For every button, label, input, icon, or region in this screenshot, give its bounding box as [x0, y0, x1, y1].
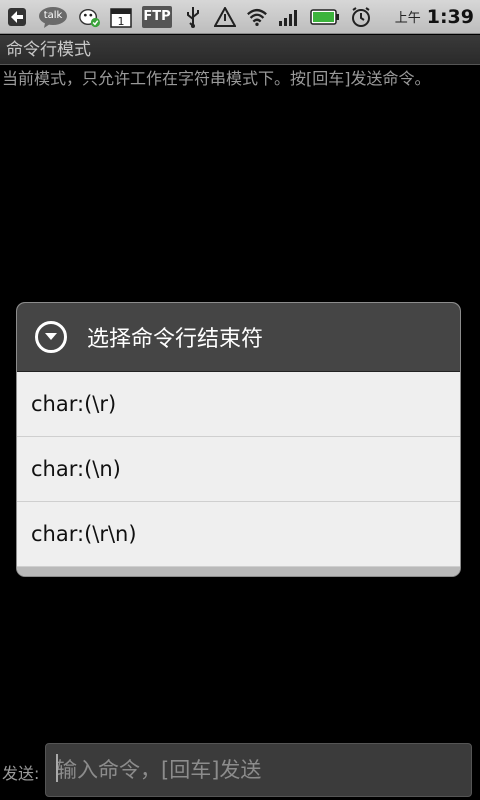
send-label: 发送:: [2, 764, 40, 783]
clock-ampm: 上午: [394, 11, 421, 26]
ftp-icon: FTP: [142, 5, 172, 28]
talk-label: talk: [43, 10, 63, 21]
usb-icon: [182, 6, 204, 28]
wifi-icon: [246, 6, 268, 28]
option-cr[interactable]: char:(\r): [17, 372, 460, 437]
dialog-footer: [17, 567, 460, 576]
option-lf[interactable]: char:(\n): [17, 437, 460, 502]
status-bar: talk 1 FTP 上午 1:39: [0, 0, 480, 34]
send-bar: 发送:: [0, 740, 480, 800]
back-arrow-icon: [6, 6, 28, 28]
dialog-title: 选择命令行结束符: [87, 327, 264, 352]
clock: 上午 1:39: [395, 6, 474, 28]
alarm-clock-icon: [350, 6, 372, 28]
chevron-down-circle-icon: [35, 321, 67, 353]
option-label: char:(\r): [31, 392, 117, 416]
calendar-day: 1: [118, 15, 125, 28]
cow-check-icon: [78, 6, 100, 28]
warning-triangle-icon: [214, 6, 236, 28]
talk-icon: talk: [38, 6, 68, 28]
battery-icon: [310, 6, 340, 28]
command-input[interactable]: [45, 743, 472, 797]
signal-bars-icon: [278, 6, 300, 28]
dialog-header: 选择命令行结束符: [17, 303, 460, 372]
ftp-label: FTP: [143, 9, 171, 24]
page-title: 命令行模式: [0, 35, 480, 65]
terminator-dialog: 选择命令行结束符 char:(\r) char:(\n) char:(\r\n): [17, 303, 460, 576]
option-label: char:(\n): [31, 457, 121, 481]
mode-info-text: 当前模式，只允许工作在字符串模式下。按[回车]发送命令。: [2, 69, 431, 88]
clock-time: 1:39: [426, 5, 474, 28]
option-crlf[interactable]: char:(\r\n): [17, 502, 460, 567]
calendar-icon: 1: [110, 6, 132, 28]
text-caret: [56, 754, 58, 782]
option-label: char:(\r\n): [31, 522, 137, 546]
